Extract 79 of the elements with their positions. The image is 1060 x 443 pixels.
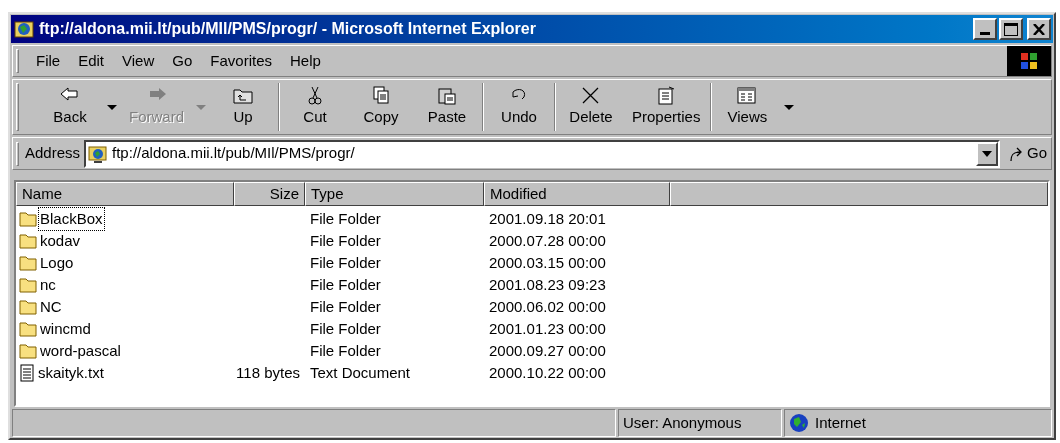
file-modified: 2000.07.28 00:00 — [489, 231, 606, 249]
window-title: ftp://aldona.mii.lt/pub/MIl/PMS/progr/ - Microsoft Internet Explorer — [39, 19, 536, 39]
column-header[interactable]: Type — [305, 182, 484, 206]
toolbar-button[interactable]: Back — [37, 82, 103, 132]
address-label: Address — [25, 143, 81, 164]
folder-icon — [19, 211, 37, 227]
column-header[interactable] — [670, 182, 1048, 206]
file-name[interactable]: nc — [39, 273, 57, 297]
maximize-icon — [1004, 22, 1018, 36]
clipboard-icon — [436, 85, 458, 106]
windows-flag-icon — [1021, 53, 1037, 69]
toolbar-button[interactable]: Delete — [558, 82, 624, 132]
column-header[interactable]: Name — [16, 182, 234, 206]
file-name[interactable]: wincmd — [39, 317, 92, 341]
toolbar-button[interactable]: Undo — [486, 82, 552, 132]
column-header[interactable]: Size — [234, 182, 305, 206]
menu-item[interactable]: Favorites — [201, 47, 281, 75]
menu-item[interactable]: File — [27, 47, 70, 75]
file-type: File Folder — [310, 253, 381, 271]
toolbar-button[interactable]: Paste — [414, 82, 480, 132]
file-name[interactable]: skaityk.txt — [37, 361, 105, 385]
zone-status: Internet — [815, 412, 866, 433]
minimize-icon — [980, 32, 990, 35]
file-modified: 2001.01.23 00:00 — [489, 319, 606, 337]
folder-icon — [19, 321, 37, 337]
file-modified: 2000.10.22 00:00 — [489, 363, 606, 381]
browser-icon — [13, 18, 35, 40]
file-name[interactable]: NC — [39, 295, 63, 319]
file-type: File Folder — [310, 341, 381, 359]
toolbar-button[interactable]: Properties — [624, 82, 709, 132]
file-type: File Folder — [310, 297, 381, 315]
file-name[interactable]: word-pascal — [39, 339, 122, 363]
toolbar-button[interactable]: Up — [210, 82, 276, 132]
file-modified: 2000.06.02 00:00 — [489, 297, 606, 315]
menu-item[interactable]: Go — [163, 47, 202, 75]
address-dropdown-button[interactable] — [976, 141, 998, 166]
text-file-icon — [19, 364, 35, 382]
views-icon — [736, 85, 759, 106]
folder-icon — [19, 343, 37, 359]
file-name[interactable]: kodav — [39, 229, 82, 253]
folder-icon — [19, 277, 37, 293]
folder-icon — [19, 255, 37, 271]
file-type: File Folder — [310, 209, 381, 227]
file-type: File Folder — [310, 275, 381, 293]
maximize-button[interactable] — [999, 18, 1023, 40]
menu-item[interactable]: Edit — [69, 47, 114, 75]
folder-icon — [19, 233, 37, 249]
ftp-folder-icon — [88, 143, 109, 164]
menu-item[interactable]: View — [113, 47, 164, 75]
close-button[interactable] — [1027, 18, 1051, 40]
copy-icon — [370, 85, 392, 106]
file-name[interactable]: BlackBox — [39, 207, 104, 231]
globe-icon — [789, 413, 809, 433]
toolbar-button[interactable]: Views — [714, 82, 781, 132]
file-modified: 2001.09.18 20:01 — [489, 209, 606, 227]
user-status: User: Anonymous — [623, 412, 742, 433]
file-type: File Folder — [310, 231, 381, 249]
toolbar-button[interactable]: Copy — [348, 82, 414, 132]
toolbar-button[interactable]: Cut — [282, 82, 348, 132]
address-text: ftp://aldona.mii.lt/pub/MIl/PMS/progr/ — [112, 143, 355, 164]
caret-icon — [982, 150, 992, 157]
file-type: File Folder — [310, 319, 381, 337]
minimize-button[interactable] — [973, 18, 997, 40]
file-name[interactable]: Logo — [39, 251, 75, 275]
file-type: Text Document — [310, 363, 411, 381]
close-icon — [1033, 23, 1045, 35]
caret-icon — [784, 104, 795, 110]
address-field[interactable]: ftp://aldona.mii.lt/pub/MIl/PMS/progr/ — [84, 139, 1000, 168]
file-modified: 2001.08.23 09:23 — [489, 275, 606, 293]
caret-icon — [196, 104, 206, 110]
file-modified: 2000.03.15 00:00 — [489, 253, 606, 271]
file-modified: 2000.09.27 00:00 — [489, 341, 606, 359]
file-size: 118 bytes — [236, 362, 300, 383]
column-header[interactable]: Modified — [484, 182, 670, 206]
menu-item[interactable]: Help — [281, 47, 330, 75]
go-arrow-icon — [1008, 145, 1024, 162]
folder-icon — [19, 299, 37, 315]
go-button[interactable]: Go — [1008, 140, 1047, 167]
caret-icon — [107, 104, 117, 110]
